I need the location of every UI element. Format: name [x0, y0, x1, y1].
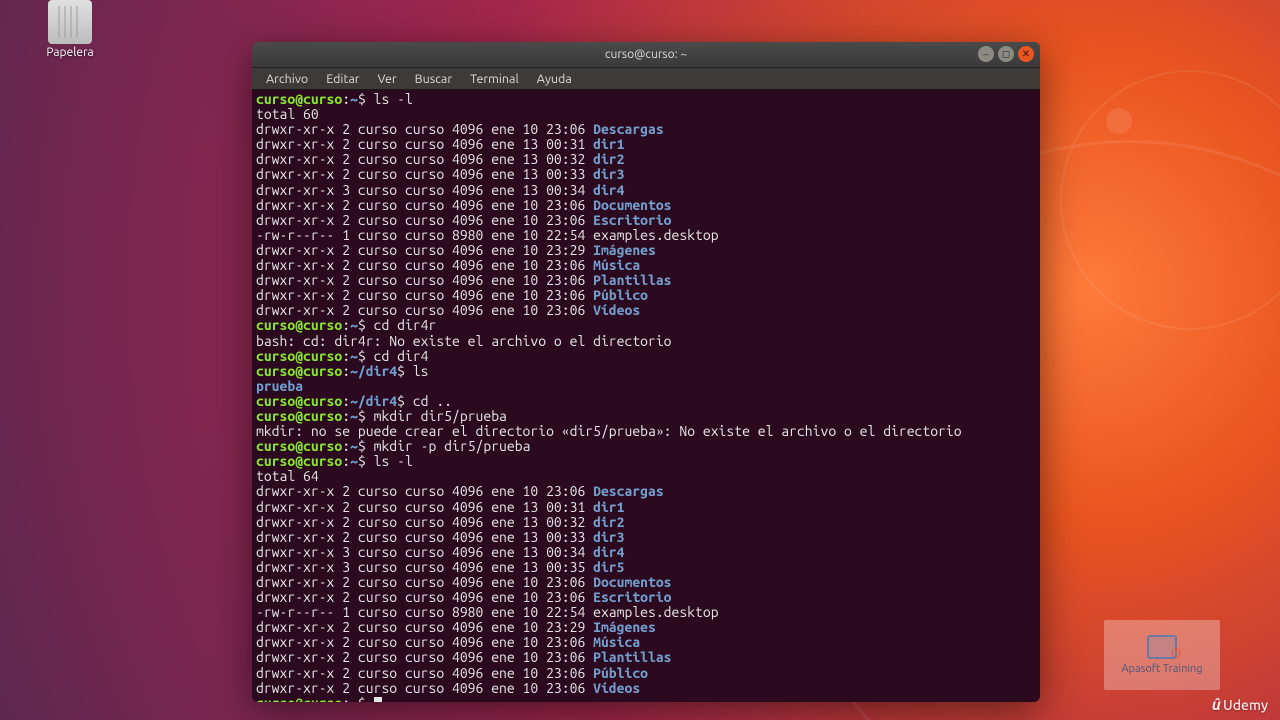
apasoft-logo-icon: [1147, 635, 1177, 659]
menu-buscar[interactable]: Buscar: [407, 70, 460, 88]
trash-label: Papelera: [34, 46, 106, 59]
terminal-window: curso@curso: ~ – ◻ ✕ Archivo Editar Ver …: [252, 42, 1040, 702]
udemy-label: Udemy: [1223, 697, 1268, 713]
apasoft-watermark: Apasoft Training: [1104, 620, 1220, 690]
minimize-button[interactable]: –: [978, 46, 994, 62]
window-controls: – ◻ ✕: [978, 46, 1034, 62]
close-button[interactable]: ✕: [1018, 46, 1034, 62]
menubar: Archivo Editar Ver Buscar Terminal Ayuda: [252, 68, 1040, 90]
menu-archivo[interactable]: Archivo: [258, 70, 316, 88]
apasoft-label: Apasoft Training: [1121, 663, 1202, 675]
window-title: curso@curso: ~: [605, 48, 687, 61]
maximize-button[interactable]: ◻: [998, 46, 1014, 62]
udemy-logo-icon: û: [1212, 696, 1221, 714]
menu-editar[interactable]: Editar: [318, 70, 367, 88]
bg-decoration: [1106, 108, 1132, 134]
titlebar[interactable]: curso@curso: ~ – ◻ ✕: [252, 42, 1040, 68]
bg-decoration: [1060, 70, 1280, 330]
menu-terminal[interactable]: Terminal: [462, 70, 527, 88]
udemy-watermark: û Udemy: [1212, 696, 1268, 714]
trash-desktop-icon[interactable]: Papelera: [34, 0, 106, 59]
trash-icon: [48, 0, 92, 44]
menu-ver[interactable]: Ver: [370, 70, 405, 88]
terminal-body[interactable]: curso@curso:~$ ls -l total 60 drwxr-xr-x…: [252, 90, 1040, 702]
menu-ayuda[interactable]: Ayuda: [529, 70, 580, 88]
